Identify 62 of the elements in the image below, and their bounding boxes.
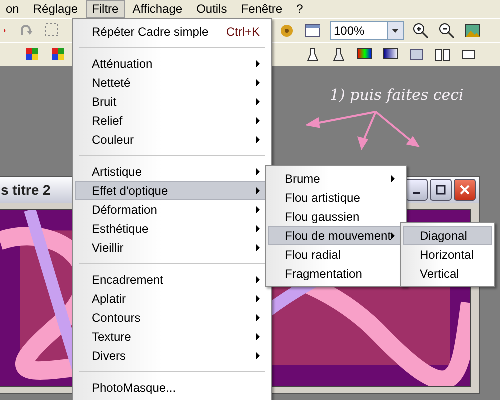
menu-item[interactable]: Déformation	[75, 200, 269, 219]
submenu-arrow-icon	[256, 224, 260, 232]
menu-title[interactable]: Outils	[190, 0, 234, 18]
menu-title[interactable]: Affichage	[126, 0, 189, 18]
annotation-text: 1) puis faites ceci	[330, 86, 464, 104]
submenu-arrow-icon	[256, 186, 260, 194]
submenu-arrow-icon	[391, 232, 395, 240]
menu-item[interactable]: Divers	[75, 346, 269, 365]
menu-title[interactable]: Filtre	[86, 0, 125, 18]
dropdown-icon	[392, 28, 399, 32]
maximize-button[interactable]	[430, 179, 452, 201]
submenu-arrow-icon	[256, 276, 260, 284]
window-icon[interactable]	[304, 22, 322, 40]
menu-item[interactable]: Couleur	[75, 130, 269, 149]
menu-item[interactable]: Artistique	[75, 162, 269, 181]
menu-item[interactable]: Texture	[75, 327, 269, 346]
submenu-arrow-icon	[256, 168, 260, 176]
window-title: s titre 2	[1, 182, 51, 198]
maximize-icon	[436, 185, 446, 195]
submenu-arrow-icon	[256, 294, 260, 302]
submenu-arrow-icon	[256, 206, 260, 214]
menu-title[interactable]: ?	[290, 0, 310, 18]
menu-item[interactable]: Vieillir	[75, 238, 269, 257]
menu-item[interactable]: Aplatir	[75, 289, 269, 308]
close-icon	[460, 185, 470, 195]
submenu-arrow-icon	[256, 98, 260, 106]
zoom-out-icon[interactable]	[438, 22, 456, 40]
menu-title[interactable]: Fenêtre	[235, 0, 289, 18]
menu-item[interactable]: Vertical	[403, 264, 492, 283]
menu-title[interactable]: on	[0, 0, 26, 18]
submenu-arrow-icon	[256, 60, 260, 68]
menu-item[interactable]: Atténuation	[75, 54, 269, 73]
menu-item[interactable]: Flou radial	[268, 245, 404, 264]
menu-item[interactable]: Flou gaussien	[268, 207, 404, 226]
menu-item[interactable]: Netteté	[75, 73, 269, 92]
submenu-arrow-icon	[256, 352, 260, 360]
menu-item[interactable]: Diagonal	[403, 226, 492, 245]
submenu-arrow-icon	[256, 332, 260, 340]
submenu-arrow-icon	[256, 116, 260, 124]
picture-icon[interactable]	[464, 22, 482, 40]
submenu-arrow-icon	[256, 244, 260, 252]
menu-item[interactable]: Répéter Cadre simple Ctrl+K	[75, 22, 269, 41]
submenu-arrow-icon	[256, 78, 260, 86]
menu-item[interactable]: PhotoMasque...	[75, 378, 269, 397]
menu-item[interactable]: Horizontal	[403, 245, 492, 264]
close-button[interactable]	[454, 179, 476, 201]
menu-item[interactable]: Relief	[75, 111, 269, 130]
menu-item[interactable]: Flou artistique	[268, 188, 404, 207]
menu-item[interactable]: Esthétique	[75, 219, 269, 238]
menu-item[interactable]: Encadrement	[75, 270, 269, 289]
zoom-field[interactable]: 100%	[330, 21, 388, 40]
zoom-in-icon[interactable]	[412, 22, 430, 40]
submenu-arrow-icon	[391, 174, 395, 182]
menu-item[interactable]: Fragmentation	[268, 264, 404, 283]
minimize-button[interactable]	[406, 179, 428, 201]
submenu-arrow-icon	[256, 136, 260, 144]
dropdown-button[interactable]	[388, 21, 404, 40]
menu-item[interactable]: Contours	[75, 308, 269, 327]
menu-item[interactable]: Brume	[268, 169, 404, 188]
menu-item[interactable]: Bruit	[75, 92, 269, 111]
menu-title[interactable]: Réglage	[27, 0, 84, 18]
submenu-arrow-icon	[256, 314, 260, 322]
